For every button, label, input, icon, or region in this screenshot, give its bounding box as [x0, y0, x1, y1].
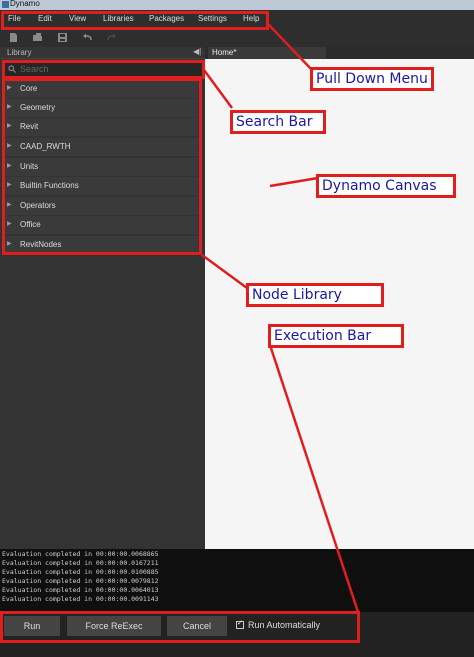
annotation-pull-down-menu: Pull Down Menu	[310, 67, 434, 91]
library-header: Library ◀|	[0, 47, 205, 59]
tab-home[interactable]: Home*	[208, 47, 326, 59]
library-title: Library	[7, 48, 32, 57]
log-line: Evaluation completed in 00:00:00.0068865	[2, 550, 159, 558]
annotation-dynamo-canvas: Dynamo Canvas	[316, 174, 456, 198]
annotation-library-highlight	[2, 78, 202, 255]
toolbar	[0, 29, 474, 47]
annotation-menu-highlight	[1, 11, 269, 30]
app-icon	[2, 1, 9, 8]
save-icon[interactable]	[57, 32, 68, 43]
tab-home-label: Home*	[212, 48, 237, 57]
new-file-icon[interactable]	[8, 32, 19, 43]
annotation-node-library: Node Library	[246, 283, 384, 307]
title-bar: Dynamo	[0, 0, 474, 10]
annotation-execution-bar: Execution Bar	[268, 324, 404, 348]
log-line: Evaluation completed in 00:00:00.0064013	[2, 586, 159, 594]
console-log: Evaluation completed in 00:00:00.0068865…	[0, 549, 474, 612]
log-line: Evaluation completed in 00:00:00.0100885	[2, 568, 159, 576]
collapse-library-icon[interactable]: ◀|	[193, 47, 201, 56]
annotation-execbar-highlight	[0, 611, 360, 643]
window-title: Dynamo	[10, 0, 40, 8]
annotation-search-bar: Search Bar	[230, 110, 326, 134]
redo-icon[interactable]	[106, 32, 117, 43]
log-line: Evaluation completed in 00:00:00.0079812	[2, 577, 159, 585]
open-icon[interactable]	[32, 32, 43, 43]
log-line: Evaluation completed in 00:00:00.0167211	[2, 559, 159, 567]
undo-icon[interactable]	[82, 32, 93, 43]
log-line: Evaluation completed in 00:00:00.0091143	[2, 595, 159, 603]
annotation-search-highlight	[2, 60, 205, 79]
